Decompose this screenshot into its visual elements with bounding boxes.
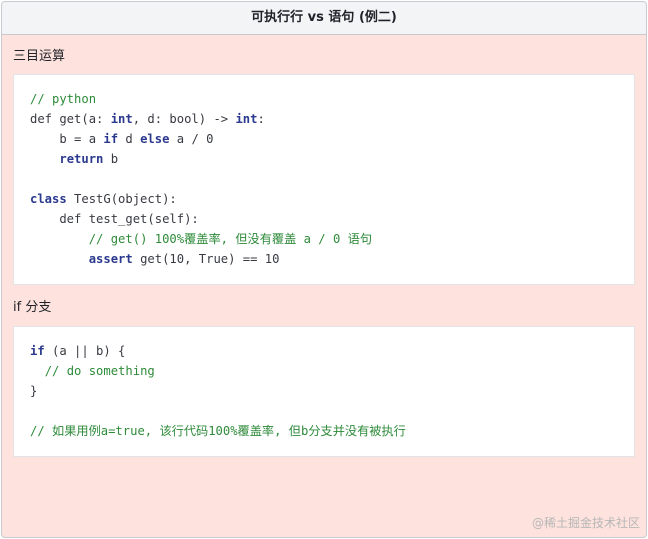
code-keyword: if: [30, 344, 45, 358]
code-block-if-branch: if (a || b) { // do something} // 如果用例a=t…: [13, 326, 635, 457]
code-comment: // 如果用例a=true, 该行代码100%覆盖率, 但b分支并没有被执行: [30, 424, 406, 438]
code-comment: // do something: [44, 364, 155, 378]
code-line: class TestG(object):: [30, 189, 634, 209]
code-block-ternary: // python def get(a: int, d: bool) -> int…: [13, 74, 635, 285]
code-content: // python def get(a: int, d: bool) -> int…: [30, 89, 634, 269]
section-title-ternary: 三目运算: [13, 49, 66, 64]
code-keyword: return: [59, 152, 104, 166]
code-text: def test_get(self):: [30, 212, 199, 226]
code-line: // 如果用例a=true, 该行代码100%覆盖率, 但b分支并没有被执行: [30, 421, 634, 441]
code-comment: // get() 100%覆盖率, 但没有覆盖 a / 0 语句: [88, 232, 373, 246]
code-line: }: [30, 381, 634, 401]
code-line: // python: [30, 89, 634, 109]
code-text: b = a: [30, 132, 104, 146]
window-title: 可执行行 vs 语句 (例二): [2, 2, 646, 35]
watermark: @稀土掘金技术社区: [531, 516, 640, 530]
code-text: b: [103, 152, 119, 166]
code-keyword: else: [140, 132, 170, 146]
code-line: if (a || b) {: [30, 341, 634, 361]
code-line: return b: [30, 149, 634, 169]
code-content: if (a || b) { // do something} // 如果用例a=t…: [30, 341, 634, 441]
code-text: :: [257, 112, 265, 126]
code-text: def get(a:: [30, 112, 111, 126]
code-keyword: int: [235, 112, 258, 126]
code-comment: // python: [30, 92, 97, 106]
code-line: b = a if d else a / 0: [30, 129, 634, 149]
code-line: // get() 100%覆盖率, 但没有覆盖 a / 0 语句: [30, 229, 634, 249]
code-text: (a || b) {: [44, 344, 126, 358]
code-keyword: int: [110, 112, 133, 126]
code-line: def get(a: int, d: bool) -> int:: [30, 109, 634, 129]
section-title-if-branch: if 分支: [13, 300, 52, 315]
content-card: 可执行行 vs 语句 (例二) 三目运算 // python def get(a:…: [1, 1, 647, 538]
code-keyword: class: [30, 192, 67, 206]
code-line: assert get(10, True) == 10: [30, 249, 634, 269]
code-text: TestG(object):: [66, 192, 177, 206]
code-line: // do something: [30, 361, 634, 381]
code-text: d: [118, 132, 141, 146]
code-line: def test_get(self):: [30, 209, 634, 229]
code-keyword: assert: [88, 252, 133, 266]
code-text: get(10, True) == 10: [132, 252, 280, 266]
code-text: , d: bool) ->: [132, 112, 236, 126]
code-text: }: [30, 384, 38, 398]
code-keyword: if: [103, 132, 119, 146]
code-text: a / 0: [169, 132, 214, 146]
